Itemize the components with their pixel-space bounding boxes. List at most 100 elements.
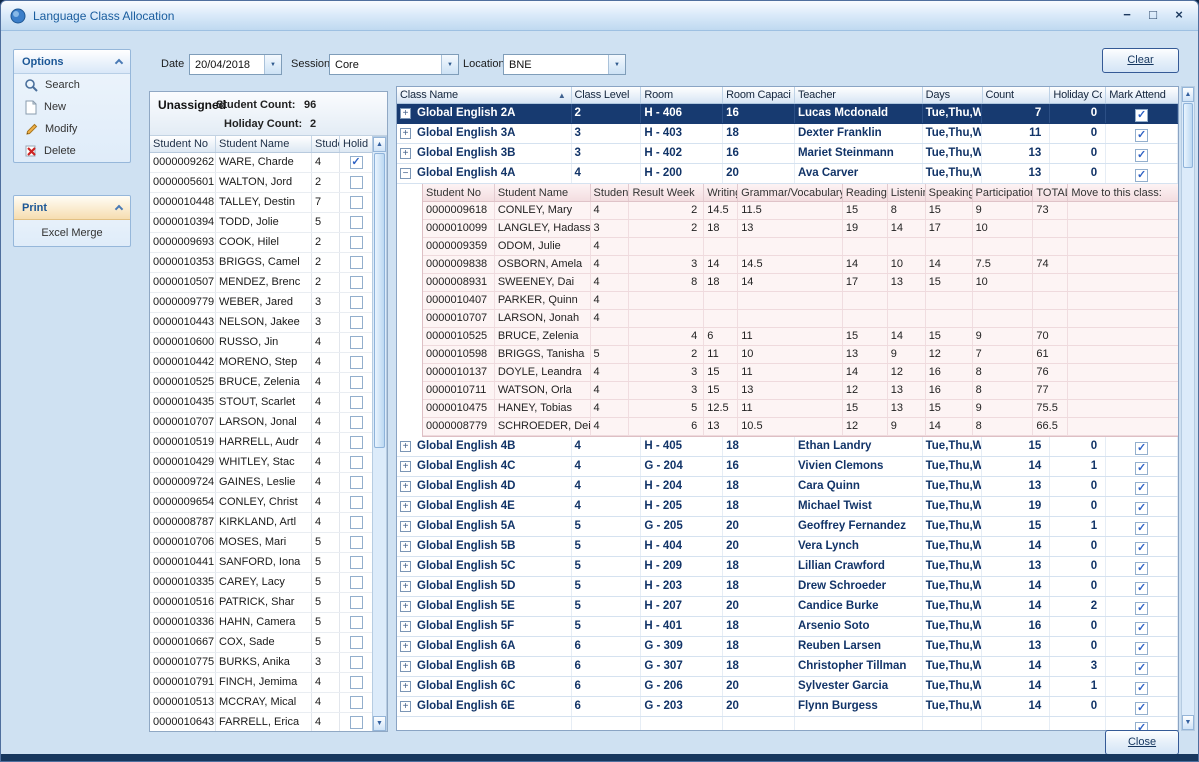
list-item[interactable]: 0000009654CONLEY, Christ4 (150, 493, 372, 513)
mark-attend-checkbox[interactable]: ✓ (1135, 482, 1148, 495)
list-item[interactable]: 0000010516PATRICK, Shar5 (150, 593, 372, 613)
holiday-checkbox[interactable] (350, 416, 363, 429)
holiday-checkbox[interactable] (350, 256, 363, 269)
column-header[interactable]: Student No (423, 184, 495, 201)
holiday-checkbox[interactable] (350, 356, 363, 369)
column-header[interactable]: Student Name (216, 136, 312, 152)
list-item[interactable]: 0000010394TODD, Jolie5 (150, 213, 372, 233)
student-row[interactable]: 0000010475HANEY, Tobias4512.511151315975… (423, 400, 1179, 418)
column-header[interactable]: Count (983, 87, 1051, 103)
column-header[interactable]: Student No (150, 136, 216, 152)
list-item[interactable]: 0000010519HARRELL, Audr4 (150, 433, 372, 453)
expand-icon[interactable]: + (400, 541, 411, 552)
list-item[interactable]: 0000010706MOSES, Mari5 (150, 533, 372, 553)
close-button[interactable]: Close (1105, 730, 1179, 755)
student-row[interactable]: 0000010711WATSON, Orla431513121316877 (423, 382, 1179, 400)
holiday-checkbox[interactable] (350, 636, 363, 649)
column-header[interactable]: Student (591, 184, 630, 201)
class-row[interactable]: +Global English 3A3H - 40318Dexter Frank… (397, 124, 1178, 144)
mark-attend-checkbox[interactable]: ✓ (1135, 442, 1148, 455)
delete-button[interactable]: Delete (14, 140, 130, 162)
location-select[interactable]: BNE ▼ (503, 54, 626, 75)
student-row[interactable]: 0000010598BRIGGS, Tanisha52111013912761 (423, 346, 1179, 364)
holiday-checkbox[interactable] (350, 476, 363, 489)
list-item[interactable]: 0000010435STOUT, Scarlet4 (150, 393, 372, 413)
mark-attend-checkbox[interactable]: ✓ (1135, 702, 1148, 715)
column-header[interactable]: Room (641, 87, 723, 103)
list-item[interactable]: 0000010429WHITLEY, Stac4 (150, 453, 372, 473)
mark-attend-checkbox[interactable]: ✓ (1135, 642, 1148, 655)
clear-button[interactable]: Clear (1102, 48, 1179, 73)
list-item[interactable]: 0000010448TALLEY, Destin7 (150, 193, 372, 213)
class-row[interactable]: ✓ (397, 717, 1178, 731)
student-row[interactable]: 0000010525BRUCE, Zelenia4611151415970 (423, 328, 1179, 346)
holiday-checkbox[interactable] (350, 276, 363, 289)
list-item[interactable]: 0000010335CAREY, Lacy5 (150, 573, 372, 593)
column-header[interactable]: Mark Attend (1106, 87, 1178, 103)
list-item[interactable]: 0000010513MCCRAY, Mical4 (150, 693, 372, 713)
expand-icon[interactable]: + (400, 108, 411, 119)
column-header[interactable]: Days (923, 87, 983, 103)
list-item[interactable]: 0000010353BRIGGS, Camel2 (150, 253, 372, 273)
mark-attend-checkbox[interactable]: ✓ (1135, 462, 1148, 475)
list-item[interactable]: 0000010643FARRELL, Erica4 (150, 713, 372, 732)
scrollbar-thumb[interactable] (374, 153, 385, 448)
student-row[interactable]: 0000010407PARKER, Quinn4 (423, 292, 1179, 310)
expand-icon[interactable]: + (400, 641, 411, 652)
holiday-checkbox[interactable] (350, 616, 363, 629)
column-header[interactable]: Room Capacity (723, 87, 795, 103)
column-header[interactable]: Student L (312, 136, 340, 152)
column-header[interactable]: Writing (704, 184, 738, 201)
date-input[interactable]: 20/04/2018 ▼ (189, 54, 282, 75)
list-item[interactable]: 0000005601WALTON, Jord2 (150, 173, 372, 193)
holiday-checkbox[interactable]: ✓ (350, 156, 363, 169)
mark-attend-checkbox[interactable]: ✓ (1135, 129, 1148, 142)
expand-icon[interactable]: + (400, 461, 411, 472)
list-item[interactable]: 0000008787KIRKLAND, Artl4 (150, 513, 372, 533)
expand-icon[interactable]: + (400, 441, 411, 452)
class-row[interactable]: +Global English 4E4H - 20518Michael Twis… (397, 497, 1178, 517)
expand-icon[interactable]: + (400, 581, 411, 592)
excel-merge-button[interactable]: Excel Merge (14, 220, 130, 246)
session-select[interactable]: Core ▼ (329, 54, 459, 75)
new-button[interactable]: New (14, 96, 130, 118)
class-row[interactable]: +Global English 4B4H - 40518Ethan Landry… (397, 437, 1178, 457)
expand-icon[interactable]: + (400, 148, 411, 159)
holiday-checkbox[interactable] (350, 696, 363, 709)
holiday-checkbox[interactable] (350, 376, 363, 389)
holiday-checkbox[interactable] (350, 236, 363, 249)
holiday-checkbox[interactable] (350, 536, 363, 549)
column-header[interactable]: Student Name (495, 184, 591, 201)
class-row[interactable]: +Global English 2A2H - 40616Lucas Mcdona… (397, 104, 1178, 124)
list-item[interactable]: 0000010507MENDEZ, Brenc2 (150, 273, 372, 293)
list-item[interactable]: 0000010707LARSON, Jonal4 (150, 413, 372, 433)
holiday-checkbox[interactable] (350, 496, 363, 509)
holiday-checkbox[interactable] (350, 396, 363, 409)
expand-icon[interactable]: + (400, 128, 411, 139)
list-item[interactable]: 0000010525BRUCE, Zelenia4 (150, 373, 372, 393)
scroll-up-button[interactable]: ▲ (373, 137, 386, 152)
list-item[interactable]: 0000010443NELSON, Jakee3 (150, 313, 372, 333)
student-row[interactable]: 0000010137DOYLE, Leandra431511141216876 (423, 364, 1179, 382)
search-button[interactable]: Search (14, 74, 130, 96)
dropdown-arrow-icon[interactable]: ▼ (441, 55, 458, 74)
student-row[interactable]: 0000010707LARSON, Jonah4 (423, 310, 1179, 328)
scroll-up-button[interactable]: ▲ (1182, 87, 1194, 102)
options-panel-header[interactable]: Options (14, 50, 130, 74)
class-row[interactable]: +Global English 5E5H - 20720Candice Burk… (397, 597, 1178, 617)
expand-icon[interactable]: + (400, 681, 411, 692)
class-row[interactable]: +Global English 5A5G - 20520Geoffrey Fer… (397, 517, 1178, 537)
expand-icon[interactable]: + (400, 601, 411, 612)
column-header[interactable]: Reading (843, 184, 888, 201)
column-header[interactable]: Class Level (572, 87, 642, 103)
list-item[interactable]: 0000009724GAINES, Leslie4 (150, 473, 372, 493)
holiday-checkbox[interactable] (350, 316, 363, 329)
expand-icon[interactable]: + (400, 661, 411, 672)
expand-icon[interactable]: + (400, 521, 411, 532)
minimize-button[interactable]: − (1116, 5, 1138, 25)
column-header[interactable]: Speaking (926, 184, 973, 201)
dropdown-arrow-icon[interactable]: ▼ (608, 55, 625, 74)
mark-attend-checkbox[interactable]: ✓ (1135, 562, 1148, 575)
holiday-checkbox[interactable] (350, 296, 363, 309)
holiday-checkbox[interactable] (350, 336, 363, 349)
